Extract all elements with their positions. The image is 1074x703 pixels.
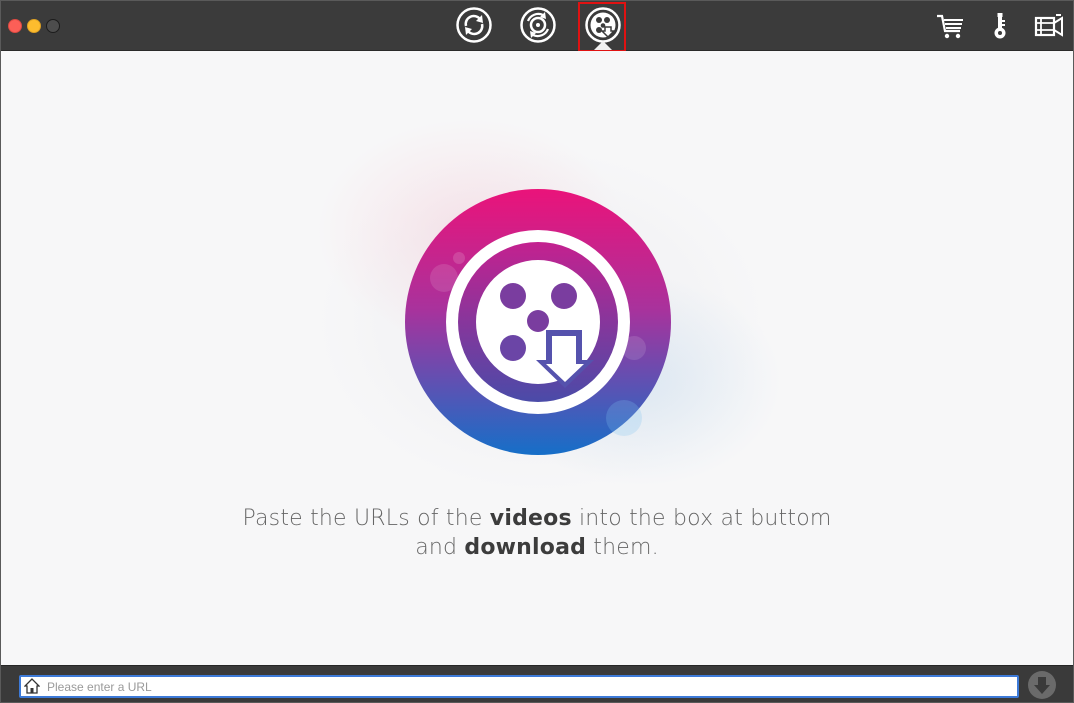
video-download-mode-button[interactable] [584, 6, 622, 44]
message-text: into the box at buttom [571, 506, 832, 531]
zoom-window-button[interactable] [46, 19, 60, 33]
video-toolbox-button[interactable] [1034, 11, 1064, 41]
video-toolbox-icon [1034, 14, 1063, 37]
convert-icon [456, 7, 492, 43]
burn-mode-button[interactable] [519, 6, 557, 44]
home-icon[interactable] [24, 678, 40, 694]
key-icon [994, 13, 1006, 39]
minimize-window-button[interactable] [27, 19, 41, 33]
url-field-container[interactable] [19, 675, 1019, 698]
main-content: Paste the URLs of the videos into the bo… [1, 51, 1073, 665]
message-text: and [415, 535, 465, 560]
register-key-button[interactable] [985, 11, 1015, 41]
download-arrow-icon [1034, 677, 1050, 694]
message-text: Paste the URLs of the [242, 506, 490, 531]
burn-dvd-icon [520, 7, 556, 43]
video-download-logo-icon [405, 189, 671, 455]
cart-icon [937, 14, 963, 39]
cart-button[interactable] [935, 11, 965, 41]
title-bar [1, 1, 1073, 52]
url-bar [1, 665, 1073, 702]
message-bold-download: download [464, 535, 587, 560]
close-window-button[interactable] [8, 19, 22, 33]
instructions-message: Paste the URLs of the videos into the bo… [1, 504, 1073, 562]
url-input[interactable] [47, 677, 1007, 696]
download-button[interactable] [1028, 671, 1056, 699]
video-download-logo [404, 188, 672, 456]
message-text: them. [586, 535, 659, 560]
message-bold-videos: videos [489, 506, 572, 531]
video-download-icon [585, 7, 621, 43]
active-mode-pointer [594, 41, 612, 50]
app-window: Paste the URLs of the videos into the bo… [0, 0, 1074, 703]
convert-mode-button[interactable] [455, 6, 493, 44]
